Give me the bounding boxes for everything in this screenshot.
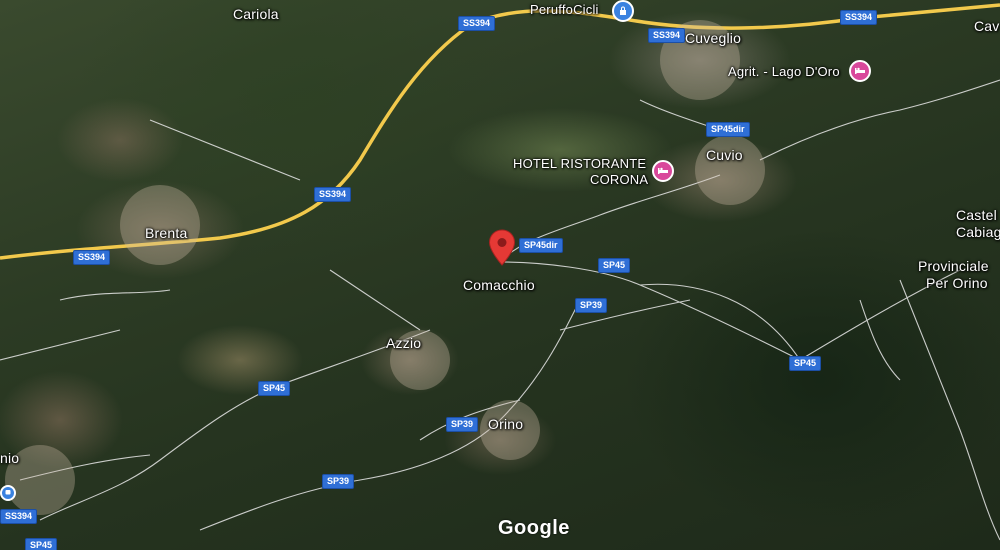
road-shield-sp45[interactable]: SP45 bbox=[789, 356, 822, 371]
place-label-provinciale[interactable]: Provinciale bbox=[918, 258, 989, 274]
place-label-castel[interactable]: Castel bbox=[956, 207, 997, 223]
poi-label-hotel-ristorante[interactable]: HOTEL RISTORANTE bbox=[513, 156, 646, 171]
road-shield-sp45dir[interactable]: SP45dir bbox=[519, 238, 563, 253]
poi-label-corona[interactable]: CORONA bbox=[590, 172, 648, 187]
road-network bbox=[0, 3, 1000, 541]
road-shield-ss394[interactable]: SS394 bbox=[0, 509, 38, 524]
road-shield-sp45dir[interactable]: SP45dir bbox=[706, 122, 750, 137]
shopping-bag-icon[interactable] bbox=[612, 0, 634, 22]
road-shield-sp39[interactable]: SP39 bbox=[446, 417, 479, 432]
road-shield-ss394[interactable]: SS394 bbox=[458, 16, 496, 31]
location-pin-icon[interactable] bbox=[488, 229, 516, 267]
place-label-cabiag[interactable]: Cabiag bbox=[956, 224, 1000, 240]
train-station-icon[interactable] bbox=[0, 485, 16, 501]
road-shield-ss394[interactable]: SS394 bbox=[840, 10, 878, 25]
place-label-cariola[interactable]: Cariola bbox=[233, 6, 279, 22]
place-label-nio[interactable]: nio bbox=[0, 450, 19, 466]
road-shield-ss394[interactable]: SS394 bbox=[648, 28, 686, 43]
road-shield-ss394[interactable]: SS394 bbox=[314, 187, 352, 202]
hotel-bed-icon[interactable] bbox=[652, 160, 674, 182]
hotel-bed-icon[interactable] bbox=[849, 60, 871, 82]
road-shield-sp45[interactable]: SP45 bbox=[25, 538, 58, 550]
road-shield-ss394[interactable]: SS394 bbox=[73, 250, 111, 265]
place-label-per-orino[interactable]: Per Orino bbox=[926, 275, 988, 291]
google-logo: Google bbox=[498, 517, 570, 539]
settlement-texture bbox=[5, 20, 765, 515]
place-label-comacchio[interactable]: Comacchio bbox=[463, 277, 535, 293]
local-roads bbox=[0, 79, 1000, 541]
road-shield-sp39[interactable]: SP39 bbox=[322, 474, 355, 489]
poi-label-agrit-lago-doro[interactable]: Agrit. - Lago D'Oro bbox=[728, 64, 840, 79]
road-shield-sp39[interactable]: SP39 bbox=[575, 298, 608, 313]
place-label-cav[interactable]: Cav bbox=[974, 18, 1000, 34]
place-label-cuvio[interactable]: Cuvio bbox=[706, 147, 743, 163]
place-label-azzio[interactable]: Azzio bbox=[386, 335, 421, 351]
place-label-cuveglio[interactable]: Cuveglio bbox=[685, 30, 741, 46]
road-shield-sp45[interactable]: SP45 bbox=[598, 258, 631, 273]
road-shield-sp45[interactable]: SP45 bbox=[258, 381, 291, 396]
map-canvas[interactable]: Cariola Brenta Comacchio Azzio Orino Cuv… bbox=[0, 0, 1000, 550]
place-label-orino[interactable]: Orino bbox=[488, 416, 523, 432]
poi-label-peruffocicli[interactable]: PeruffoCicli bbox=[530, 2, 599, 17]
place-label-brenta[interactable]: Brenta bbox=[145, 225, 187, 241]
